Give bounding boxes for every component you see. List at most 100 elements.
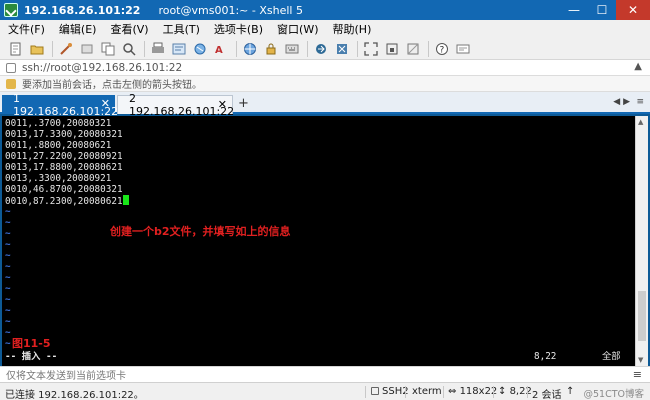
- insert-mode-indicator: -- 插入 --: [5, 351, 58, 362]
- properties-icon[interactable]: [171, 41, 187, 57]
- open-folder-icon[interactable]: [29, 41, 45, 57]
- address-bar[interactable]: ssh://root@192.168.26.101:22 ▲: [0, 60, 650, 76]
- info-text: 要添加当前会话，点击左侧的箭头按钮。: [22, 80, 202, 91]
- add-session-arrow-icon[interactable]: [6, 78, 16, 89]
- search-icon[interactable]: [121, 41, 137, 57]
- menu-tools[interactable]: 工具(T): [163, 21, 200, 37]
- menu-view[interactable]: 查看(V): [110, 21, 148, 37]
- color-scheme-icon[interactable]: [192, 41, 208, 57]
- annotation-text: 创建一个b2文件，并填写如上的信息: [110, 225, 291, 238]
- terminal-screen[interactable]: 0011,.3700,20080321 0013,17.3300,2008032…: [2, 116, 635, 366]
- menu-file[interactable]: 文件(F): [8, 21, 45, 37]
- empty-line-tilde: ~: [5, 261, 11, 272]
- copy-icon[interactable]: [100, 41, 116, 57]
- new-tab-button[interactable]: +: [238, 96, 249, 111]
- lock-icon: [371, 387, 379, 395]
- menu-window[interactable]: 窗口(W): [277, 21, 318, 37]
- toolbar: A ?: [0, 38, 650, 60]
- keyboard-icon[interactable]: [284, 41, 300, 57]
- toolbar-separator: [52, 40, 53, 57]
- compose-icon[interactable]: [455, 41, 471, 57]
- status-divider: [493, 386, 494, 398]
- terminal-line: 0013,17.3300,20080321: [5, 129, 123, 140]
- compose-menu-icon[interactable]: ≡: [633, 368, 642, 381]
- xmanager-icon[interactable]: [334, 41, 350, 57]
- fullscreen-icon[interactable]: [363, 41, 379, 57]
- empty-line-tilde: ~: [5, 283, 11, 294]
- toolbar-separator: [236, 40, 237, 57]
- disconnect-icon[interactable]: [79, 41, 95, 57]
- empty-line-tilde: ~: [5, 327, 11, 338]
- terminal-line-current: 0010,87.2300,20080621: [5, 195, 129, 207]
- status-bar: 已连接 192.168.26.101:22。 SSH2 xterm ⇔ 118x…: [0, 382, 650, 400]
- cursor-position: 8,22: [534, 351, 557, 362]
- terminal-scrollbar[interactable]: ▲ ▼: [635, 116, 648, 366]
- toolbar-separator: [307, 40, 308, 57]
- terminal-line-text: 0010,87.2300,20080621: [5, 196, 123, 207]
- tab-close-icon[interactable]: ✕: [101, 97, 110, 110]
- lock-icon[interactable]: [263, 41, 279, 57]
- terminal-type: xterm: [412, 386, 442, 397]
- cursor-icon: ↕: [498, 386, 510, 397]
- empty-line-tilde: ~: [5, 206, 11, 217]
- menu-help[interactable]: 帮助(H): [333, 21, 372, 37]
- terminal-line: 0010,46.8700,20080321: [5, 184, 123, 195]
- session-icon: [6, 62, 16, 73]
- terminal-line: 0013,.3300,20080921: [5, 173, 112, 184]
- status-divider: [443, 386, 444, 398]
- terminal-size: ⇔ 118x22: [448, 386, 497, 397]
- connect-icon[interactable]: [58, 41, 74, 57]
- menu-edit[interactable]: 编辑(E): [59, 21, 97, 37]
- watermark: @51CTO博客: [583, 389, 644, 400]
- print-icon[interactable]: [150, 41, 166, 57]
- toolbar-separator: [357, 40, 358, 57]
- terminal-line: 0011,27.2200,20080921: [5, 151, 123, 162]
- new-session-icon[interactable]: [8, 41, 24, 57]
- svg-text:?: ?: [440, 45, 445, 55]
- close-button[interactable]: ✕: [616, 0, 650, 20]
- window-title: root@vms001:~ - Xshell 5: [158, 3, 303, 17]
- session-count-arrow[interactable]: ↑: [566, 386, 574, 397]
- tab-close-icon[interactable]: ✕: [218, 98, 227, 111]
- menu-bar: 文件(F) 编辑(E) 查看(V) 工具(T) 选项卡(B) 窗口(W) 帮助(…: [0, 20, 650, 38]
- title-bar: 192.168.26.101:22 root@vms001:~ - Xshell…: [0, 0, 650, 20]
- scrollbar-thumb[interactable]: [638, 291, 646, 341]
- transparent-icon[interactable]: [405, 41, 421, 57]
- help-icon[interactable]: ?: [434, 41, 450, 57]
- menu-tabs[interactable]: 选项卡(B): [214, 21, 263, 37]
- protocol-status: SSH2: [371, 386, 409, 397]
- maximize-button[interactable]: ☐: [588, 0, 616, 20]
- collapse-arrow-icon[interactable]: ▲: [634, 61, 642, 72]
- compose-input[interactable]: 仅将文本发送到当前选项卡: [6, 367, 126, 382]
- address-text: ssh://root@192.168.26.101:22: [22, 61, 183, 74]
- status-divider: [365, 386, 366, 398]
- window-title-host: 192.168.26.101:22: [24, 3, 141, 17]
- text-cursor: [122, 195, 129, 205]
- font-icon[interactable]: A: [213, 41, 229, 57]
- xftp-icon[interactable]: [313, 41, 329, 57]
- info-bar: 要添加当前会话，点击左侧的箭头按钮。: [0, 76, 650, 92]
- size-icon: ⇔: [448, 386, 460, 397]
- toolbar-separator: [428, 40, 429, 57]
- connection-status: 已连接 192.168.26.101:22。: [5, 390, 144, 400]
- lock-screen-icon[interactable]: [384, 41, 400, 57]
- size-text: 118x22: [459, 386, 498, 397]
- xshell-app-icon[interactable]: [4, 3, 18, 17]
- terminal-line: 0011,.8800,20080621: [5, 140, 112, 151]
- scroll-down-icon[interactable]: ▼: [638, 356, 643, 364]
- globe-icon[interactable]: [242, 41, 258, 57]
- scroll-up-icon[interactable]: ▲: [638, 118, 643, 126]
- minimize-button[interactable]: —: [560, 0, 588, 20]
- tab-session-2[interactable]: 2 192.168.26.101:22 ✕: [117, 92, 234, 118]
- figure-label: 图11-5: [12, 337, 51, 350]
- compose-bar[interactable]: 仅将文本发送到当前选项卡 ≡: [0, 366, 650, 382]
- empty-line-tilde: ~: [5, 294, 11, 305]
- tab-list-menu-icon[interactable]: ≡: [636, 97, 644, 107]
- empty-line-tilde: ~: [5, 272, 11, 283]
- scroll-position: 全部: [602, 351, 621, 362]
- tab-scroll-arrows[interactable]: ◀ ▶: [613, 97, 630, 107]
- empty-line-tilde: ~: [5, 239, 11, 250]
- tab-session-1[interactable]: 1 192.168.26.101:22 ✕: [2, 92, 118, 118]
- terminal-line: 0013,17.8800,20080621: [5, 162, 123, 173]
- cursor-text: 8,22: [509, 386, 532, 397]
